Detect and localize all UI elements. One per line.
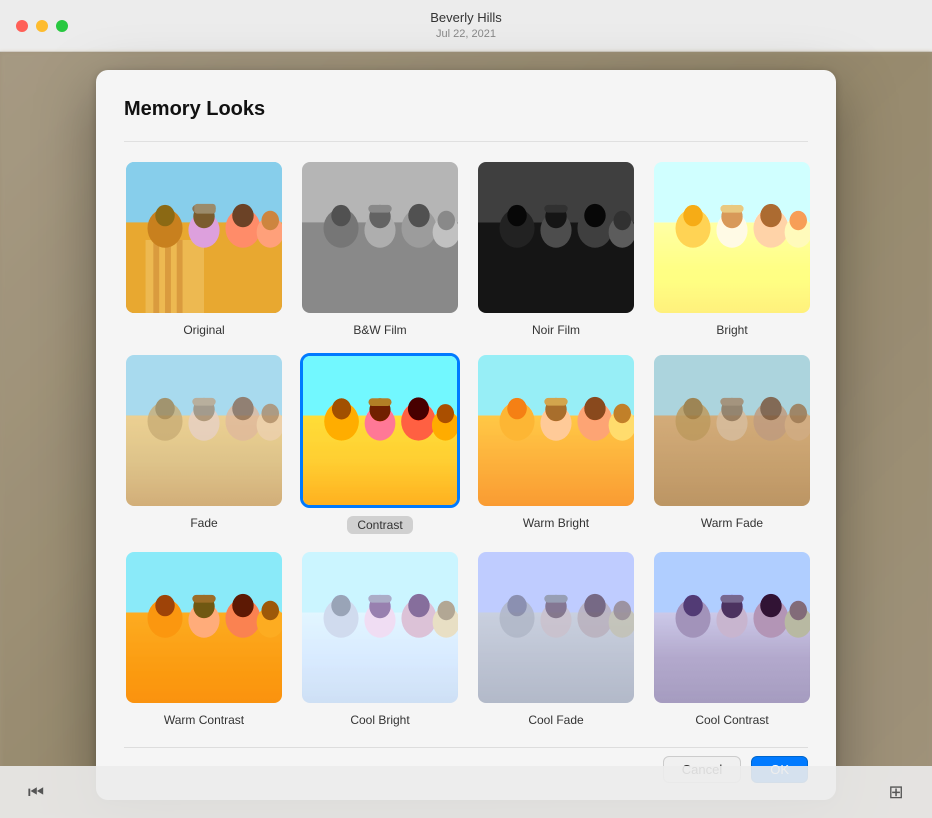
look-thumb-contrast[interactable] xyxy=(300,353,460,508)
fullscreen-button[interactable] xyxy=(56,20,68,32)
minimize-button[interactable] xyxy=(36,20,48,32)
photo-noir xyxy=(478,162,634,313)
photo-fade xyxy=(126,355,282,506)
photo-warm-bright xyxy=(478,355,634,506)
look-label-fade: Fade xyxy=(190,516,217,530)
look-thumb-warm-contrast[interactable] xyxy=(124,550,284,705)
memory-looks-modal: Memory Looks xyxy=(96,70,836,800)
look-item-contrast[interactable]: Contrast xyxy=(300,353,460,534)
look-item-warm-fade[interactable]: Warm Fade xyxy=(652,353,812,534)
look-label-warm-bright: Warm Bright xyxy=(523,516,589,530)
bottom-bar: ⏮ ⊞ xyxy=(0,766,932,818)
modal-overlay: Memory Looks xyxy=(0,52,932,818)
look-thumb-bright[interactable] xyxy=(652,160,812,315)
title-divider xyxy=(124,141,808,142)
look-thumb-bw-film[interactable] xyxy=(300,160,460,315)
look-label-warm-fade: Warm Fade xyxy=(701,516,763,530)
look-label-cool-contrast: Cool Contrast xyxy=(695,713,768,727)
window-chrome: Beverly Hills Jul 22, 2021 xyxy=(0,0,932,52)
look-label-cool-fade: Cool Fade xyxy=(528,713,583,727)
look-label-bright: Bright xyxy=(716,323,747,337)
look-thumb-fade[interactable] xyxy=(124,353,284,508)
look-thumb-warm-fade[interactable] xyxy=(652,353,812,508)
look-item-bw-film[interactable]: B&W Film xyxy=(300,160,460,337)
look-label-noir-film: Noir Film xyxy=(532,323,580,337)
photo-cool-bright xyxy=(302,552,458,703)
close-button[interactable] xyxy=(16,20,28,32)
look-item-cool-bright[interactable]: Cool Bright xyxy=(300,550,460,727)
look-label-bw-film: B&W Film xyxy=(353,323,406,337)
look-thumb-noir-film[interactable] xyxy=(476,160,636,315)
photo-warm-fade xyxy=(654,355,810,506)
look-label-original: Original xyxy=(183,323,224,337)
photo-bright xyxy=(654,162,810,313)
look-item-cool-fade[interactable]: Cool Fade xyxy=(476,550,636,727)
looks-grid: Original xyxy=(124,160,808,727)
window-title: Beverly Hills Jul 22, 2021 xyxy=(430,10,502,41)
look-thumb-cool-contrast[interactable] xyxy=(652,550,812,705)
look-item-fade[interactable]: Fade xyxy=(124,353,284,534)
look-item-warm-contrast[interactable]: Warm Contrast xyxy=(124,550,284,727)
photo-bw xyxy=(302,162,458,313)
look-thumb-cool-bright[interactable] xyxy=(300,550,460,705)
look-label-cool-bright: Cool Bright xyxy=(350,713,409,727)
photo-original xyxy=(126,162,282,313)
look-thumb-original[interactable] xyxy=(124,160,284,315)
look-item-warm-bright[interactable]: Warm Bright xyxy=(476,353,636,534)
look-label-warm-contrast: Warm Contrast xyxy=(164,713,244,727)
photo-cool-fade xyxy=(478,552,634,703)
look-thumb-cool-fade[interactable] xyxy=(476,550,636,705)
look-item-cool-contrast[interactable]: Cool Contrast xyxy=(652,550,812,727)
look-item-original[interactable]: Original xyxy=(124,160,284,337)
photo-warm-contrast xyxy=(126,552,282,703)
previous-button[interactable]: ⏮ xyxy=(20,776,52,808)
look-thumb-warm-bright[interactable] xyxy=(476,353,636,508)
photo-contrast xyxy=(303,356,457,505)
look-item-bright[interactable]: Bright xyxy=(652,160,812,337)
grid-button[interactable]: ⊞ xyxy=(880,776,912,808)
photo-cool-contrast xyxy=(654,552,810,703)
look-item-noir-film[interactable]: Noir Film xyxy=(476,160,636,337)
traffic-lights xyxy=(16,20,68,32)
look-label-contrast: Contrast xyxy=(347,516,412,534)
modal-title: Memory Looks xyxy=(124,98,808,121)
